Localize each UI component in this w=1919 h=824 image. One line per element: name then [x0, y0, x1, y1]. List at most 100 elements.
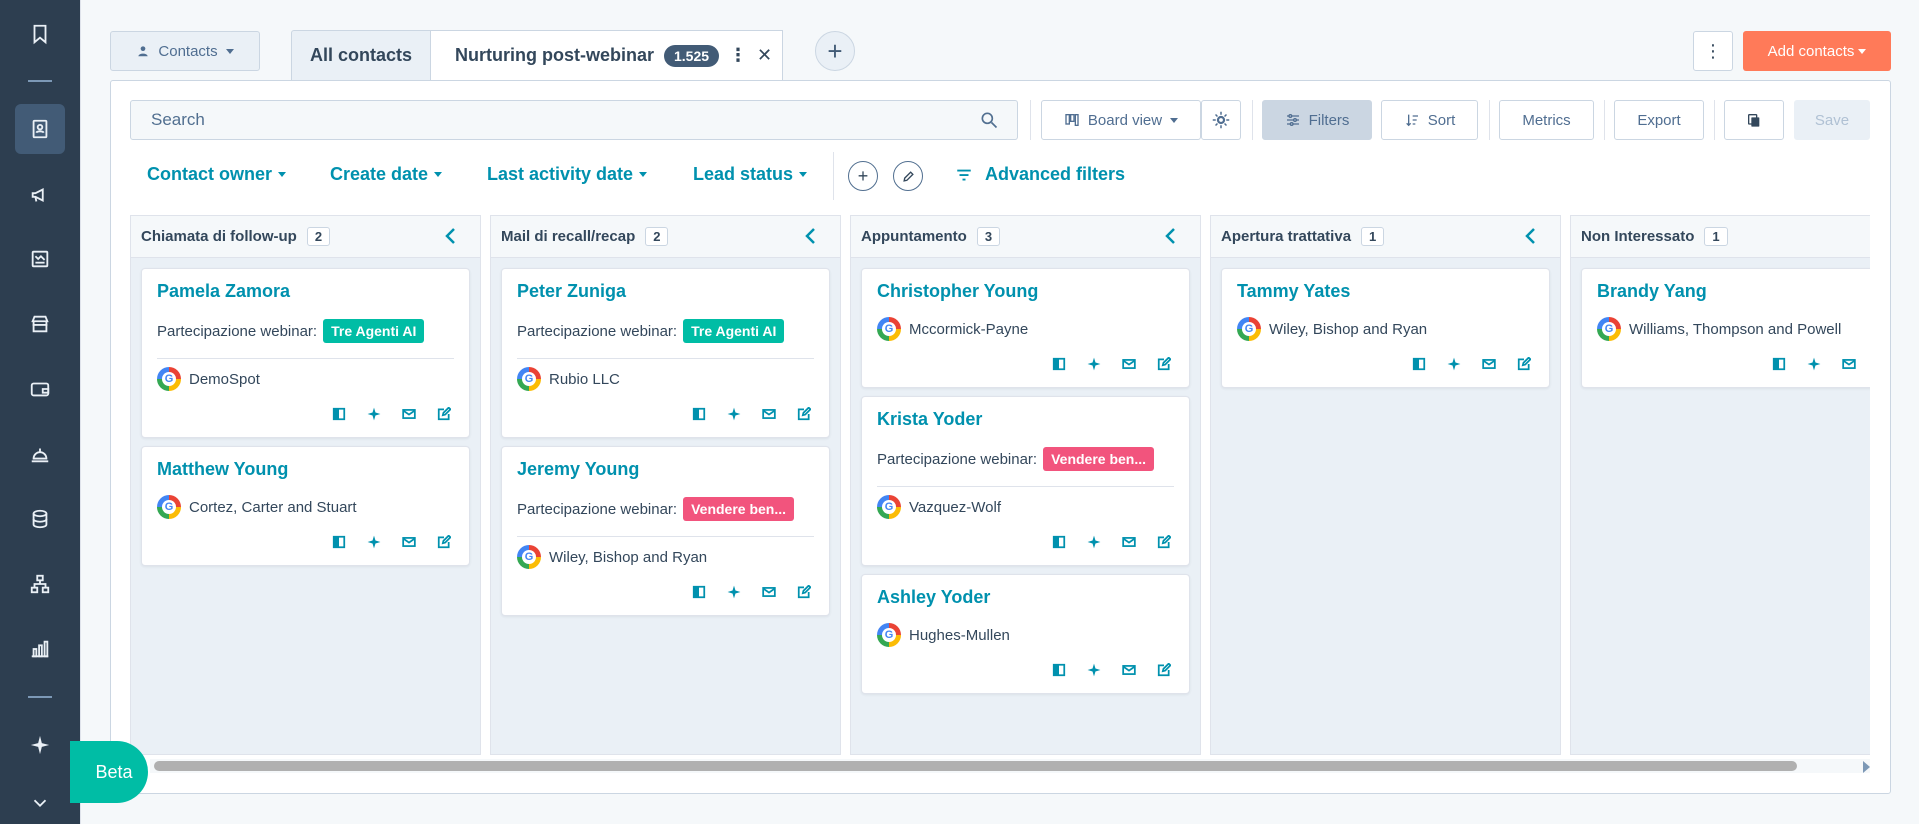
company-association[interactable]: G Rubio LLC: [517, 367, 620, 391]
contact-card[interactable]: Christopher Young G Mccormick-Payne: [861, 268, 1190, 388]
collapse-column-icon[interactable]: [1164, 226, 1178, 246]
edit-icon[interactable]: [437, 535, 451, 549]
chevron-down-icon[interactable]: [15, 778, 65, 824]
preview-icon[interactable]: [692, 407, 706, 421]
sparkle-icon[interactable]: [1087, 663, 1101, 677]
tab-nurturing-post-webinar[interactable]: Nurturing post-webinar 1.525 ⋮ ✕: [430, 30, 783, 80]
contact-card[interactable]: Ashley Yoder G Hughes-Mullen: [861, 574, 1190, 694]
preview-icon[interactable]: [1052, 535, 1066, 549]
scrollbar-thumb[interactable]: [154, 761, 1797, 771]
megaphone-icon[interactable]: [15, 170, 65, 220]
contact-name-link[interactable]: Ashley Yoder: [877, 587, 990, 608]
board-settings-button[interactable]: [1201, 100, 1241, 140]
edit-icon[interactable]: [1517, 357, 1531, 371]
company-association[interactable]: G Hughes-Mullen: [877, 623, 1010, 647]
close-icon[interactable]: ✕: [757, 45, 772, 66]
contact-card[interactable]: Tammy Yates G Wiley, Bishop and Ryan: [1221, 268, 1550, 388]
preview-icon[interactable]: [1412, 357, 1426, 371]
tab-options-icon[interactable]: ⋮: [729, 45, 747, 66]
company-association[interactable]: G Wiley, Bishop and Ryan: [517, 545, 707, 569]
duplicate-view-button[interactable]: [1724, 100, 1784, 140]
email-icon[interactable]: [1122, 663, 1136, 677]
contact-name-link[interactable]: Christopher Young: [877, 281, 1038, 302]
sparkle-icon[interactable]: [367, 407, 381, 421]
filter-create-date[interactable]: Create date: [330, 164, 443, 185]
email-icon[interactable]: [1122, 357, 1136, 371]
store-icon[interactable]: [15, 299, 65, 349]
contact-name-link[interactable]: Pamela Zamora: [157, 281, 290, 302]
add-view-button[interactable]: +: [815, 31, 855, 71]
contacts-book-icon[interactable]: [15, 104, 65, 154]
company-association[interactable]: G Cortez, Carter and Stuart: [157, 495, 357, 519]
contact-name-link[interactable]: Brandy Yang: [1597, 281, 1707, 302]
sparkle-icon[interactable]: [15, 720, 65, 770]
add-contacts-button[interactable]: Add contacts: [1743, 31, 1891, 71]
preview-icon[interactable]: [332, 407, 346, 421]
newsletter-icon[interactable]: [15, 234, 65, 284]
bookmark-icon[interactable]: [15, 9, 65, 59]
company-association[interactable]: G Mccormick-Payne: [877, 317, 1028, 341]
company-association[interactable]: G Williams, Thompson and Powell: [1597, 317, 1841, 341]
bar-chart-icon[interactable]: [15, 624, 65, 674]
contact-name-link[interactable]: Tammy Yates: [1237, 281, 1350, 302]
preview-icon[interactable]: [692, 585, 706, 599]
collapse-column-icon[interactable]: [1524, 226, 1538, 246]
filter-contact-owner[interactable]: Contact owner: [147, 164, 287, 185]
sparkle-icon[interactable]: [1087, 535, 1101, 549]
filter-last-activity-date[interactable]: Last activity date: [487, 164, 648, 185]
more-actions-button[interactable]: ⋮: [1693, 31, 1733, 71]
contact-name-link[interactable]: Peter Zuniga: [517, 281, 626, 302]
advanced-filters-button[interactable]: Advanced filters: [955, 164, 1125, 185]
email-icon[interactable]: [1482, 357, 1496, 371]
edit-icon[interactable]: [1157, 357, 1171, 371]
preview-icon[interactable]: [332, 535, 346, 549]
export-button[interactable]: Export: [1614, 100, 1704, 140]
board-view-button[interactable]: Board view: [1041, 100, 1201, 140]
metrics-button[interactable]: Metrics: [1499, 100, 1594, 140]
preview-icon[interactable]: [1772, 357, 1786, 371]
contact-name-link[interactable]: Krista Yoder: [877, 409, 982, 430]
sparkle-icon[interactable]: [1087, 357, 1101, 371]
contact-name-link[interactable]: Matthew Young: [157, 459, 288, 480]
sparkle-icon[interactable]: [367, 535, 381, 549]
email-icon[interactable]: [1122, 535, 1136, 549]
save-view-button[interactable]: Save: [1794, 100, 1870, 140]
contact-card[interactable]: Pamela Zamora Partecipazione webinar: Tr…: [141, 268, 470, 438]
sparkle-icon[interactable]: [727, 585, 741, 599]
filters-button[interactable]: Filters: [1262, 100, 1372, 140]
contact-card[interactable]: Brandy Yang G Williams, Thompson and Pow…: [1581, 268, 1870, 388]
object-selector-button[interactable]: Contacts: [110, 31, 260, 71]
preview-icon[interactable]: [1052, 357, 1066, 371]
edit-icon[interactable]: [797, 585, 811, 599]
company-association[interactable]: G Wiley, Bishop and Ryan: [1237, 317, 1427, 341]
beta-badge[interactable]: Beta: [70, 741, 148, 803]
hierarchy-icon[interactable]: [15, 559, 65, 609]
edit-filters-button[interactable]: [893, 161, 923, 191]
horizontal-scrollbar[interactable]: [150, 759, 1870, 773]
sparkle-icon[interactable]: [1807, 357, 1821, 371]
sparkle-icon[interactable]: [727, 407, 741, 421]
email-icon[interactable]: [762, 585, 776, 599]
email-icon[interactable]: [762, 407, 776, 421]
edit-icon[interactable]: [1157, 535, 1171, 549]
database-icon[interactable]: [15, 494, 65, 544]
edit-icon[interactable]: [437, 407, 451, 421]
contact-card[interactable]: Matthew Young G Cortez, Carter and Stuar…: [141, 446, 470, 566]
filter-lead-status[interactable]: Lead status: [693, 164, 808, 185]
contact-card[interactable]: Jeremy Young Partecipazione webinar: Ven…: [501, 446, 830, 616]
edit-icon[interactable]: [1157, 663, 1171, 677]
email-icon[interactable]: [402, 535, 416, 549]
company-association[interactable]: G DemoSpot: [157, 367, 260, 391]
wallet-icon[interactable]: [15, 364, 65, 414]
preview-icon[interactable]: [1052, 663, 1066, 677]
email-icon[interactable]: [1842, 357, 1856, 371]
add-filter-button[interactable]: +: [848, 161, 878, 191]
service-bell-icon[interactable]: [15, 429, 65, 479]
scroll-right-arrow[interactable]: [1863, 761, 1870, 773]
contact-card[interactable]: Peter Zuniga Partecipazione webinar: Tre…: [501, 268, 830, 438]
edit-icon[interactable]: [797, 407, 811, 421]
search-input[interactable]: Search: [130, 100, 1018, 140]
collapse-column-icon[interactable]: [444, 226, 458, 246]
contact-card[interactable]: Krista Yoder Partecipazione webinar: Ven…: [861, 396, 1190, 566]
company-association[interactable]: G Vazquez-Wolf: [877, 495, 1001, 519]
